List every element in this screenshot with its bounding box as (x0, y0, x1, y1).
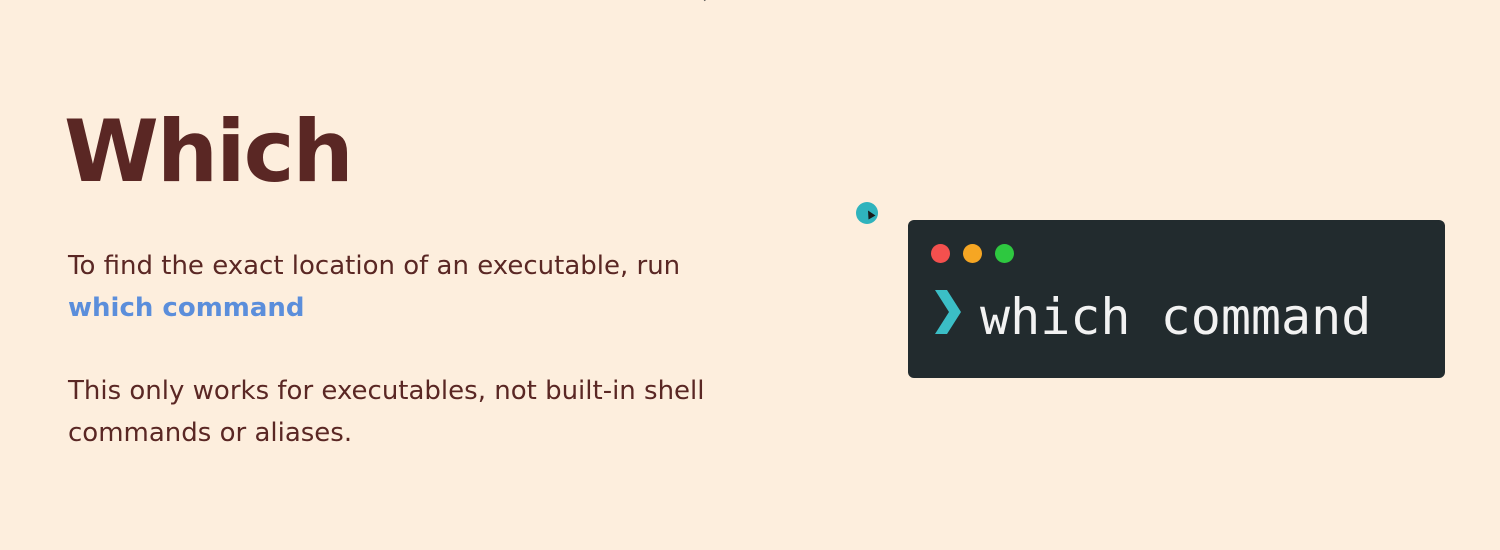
close-dot-icon[interactable] (931, 244, 950, 263)
mouse-pointer-icon: ✥ (701, 0, 711, 4)
maximize-dot-icon[interactable] (995, 244, 1014, 263)
chevron-right-icon (935, 290, 961, 334)
description-paragraph: To find the exact location of an executa… (68, 245, 708, 329)
command-highlight: which command (68, 293, 305, 323)
description-text: To find the exact location of an executa… (68, 251, 681, 281)
slide: ✥ Which To find the exact location of an… (0, 0, 1500, 550)
minimize-dot-icon[interactable] (963, 244, 982, 263)
slide-title: Which (64, 102, 354, 202)
note-paragraph: This only works for executables, not bui… (68, 376, 705, 448)
terminal-window: which command (908, 220, 1445, 378)
terminal-command: which command (980, 288, 1372, 346)
